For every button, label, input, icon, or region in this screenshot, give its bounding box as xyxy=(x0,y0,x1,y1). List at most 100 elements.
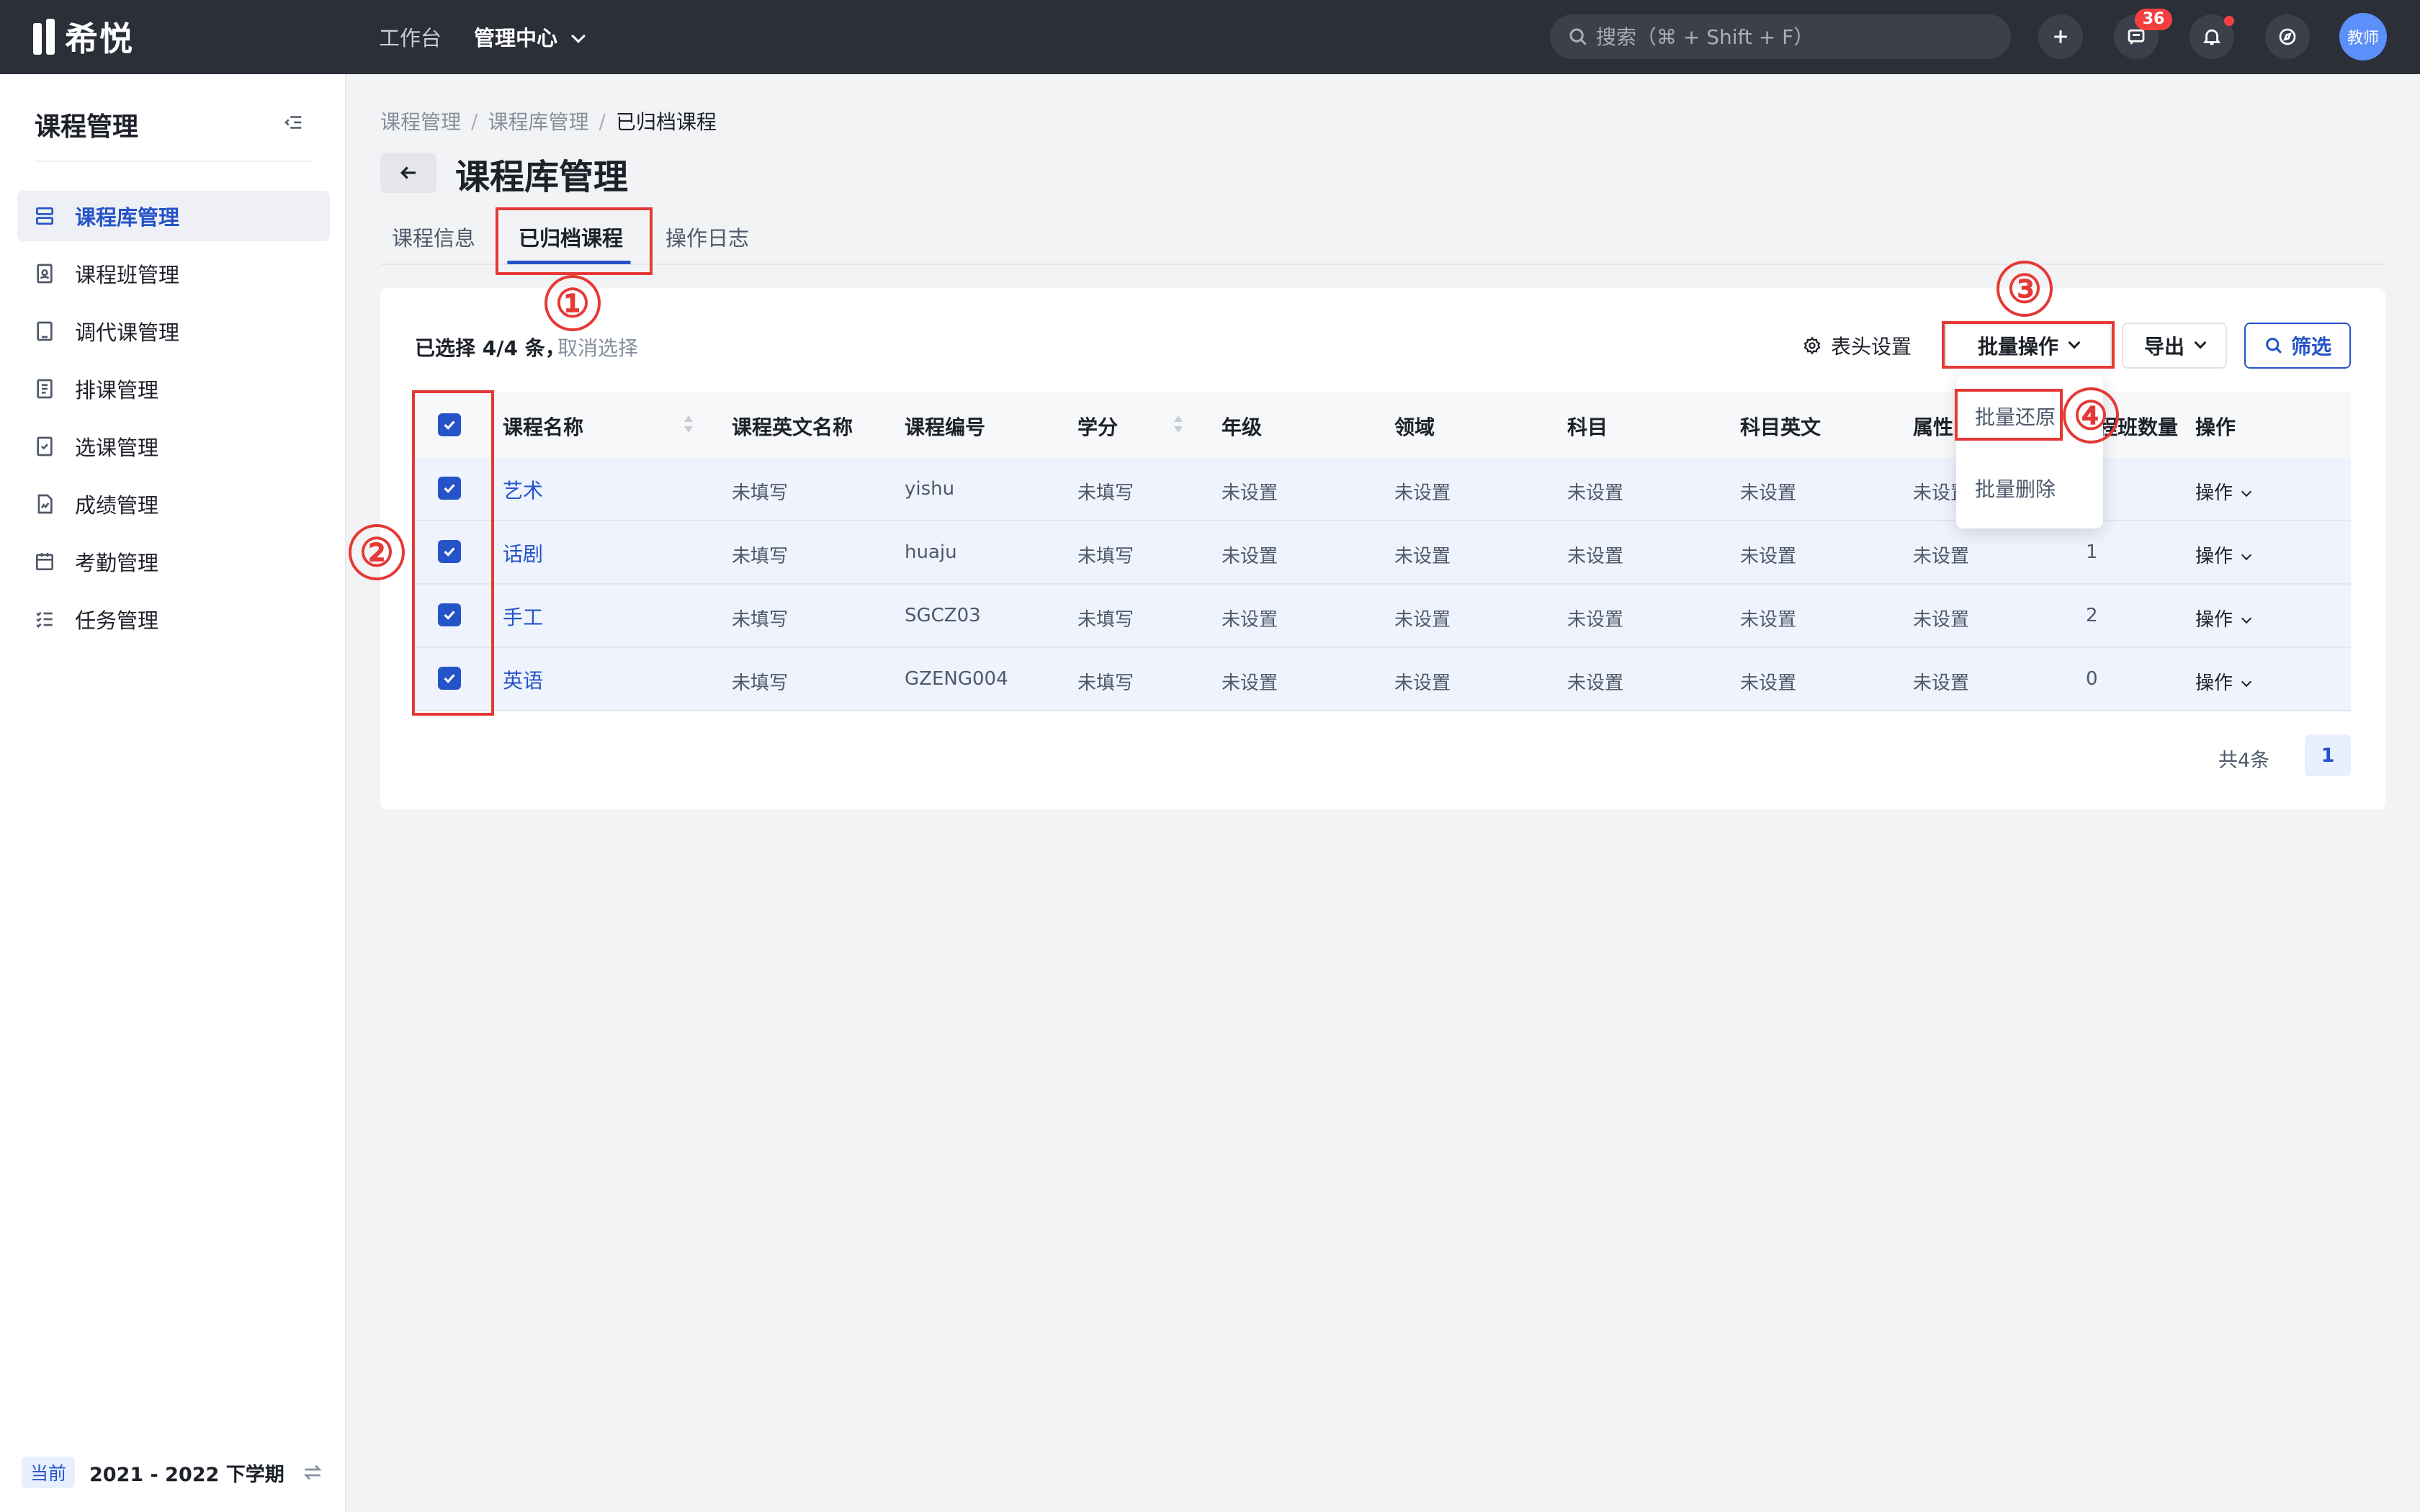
cell-attribute: 未设置 xyxy=(1913,609,1970,631)
row-operations-menu[interactable]: 操作 xyxy=(2195,668,2252,695)
sidebar-divider xyxy=(35,161,311,162)
row-operations-menu[interactable]: 操作 xyxy=(2195,605,2252,631)
export-button[interactable]: 导出 xyxy=(2122,323,2227,369)
sidebar-item-course-selection[interactable]: 选课管理 xyxy=(17,421,330,472)
cell-subject-english: 未设置 xyxy=(1740,672,1797,694)
column-header-course-name[interactable]: 课程名称 xyxy=(503,412,583,441)
cell-course-code: yishu xyxy=(905,478,955,500)
page-1-button[interactable]: 1 xyxy=(2305,734,2351,776)
cell-subject: 未设置 xyxy=(1567,672,1624,694)
global-search[interactable] xyxy=(1550,14,2011,59)
sort-icon[interactable] xyxy=(683,413,694,435)
breadcrumb-separator: / xyxy=(471,109,478,133)
tab-operation-log[interactable]: 操作日志 xyxy=(666,222,749,252)
score-icon xyxy=(37,494,53,514)
cell-subject-english: 未设置 xyxy=(1740,609,1797,631)
selection-count: 已选择 4/4 条， xyxy=(415,336,565,360)
course-name-link[interactable]: 艺术 xyxy=(503,475,543,504)
chevron-down-icon xyxy=(2241,613,2252,624)
course-name-link[interactable]: 手工 xyxy=(503,602,543,631)
plus-icon xyxy=(2054,30,2067,43)
sidebar-item-course-library[interactable]: 课程库管理 xyxy=(17,191,330,241)
sidebar-item-label: 课程库管理 xyxy=(75,205,180,230)
collapse-menu-icon[interactable] xyxy=(282,112,304,133)
cell-class-count: 0 xyxy=(2086,668,2098,690)
cancel-selection-link[interactable]: 取消选择 xyxy=(557,333,638,361)
search-icon xyxy=(1569,28,1587,45)
compass-icon xyxy=(2279,28,2296,45)
nav-workbench[interactable]: 工作台 xyxy=(379,22,442,52)
schedule-icon xyxy=(37,379,53,399)
user-avatar[interactable]: 教师 xyxy=(2339,13,2387,60)
term-switcher[interactable]: 当前 2021 - 2022 下学期 xyxy=(22,1451,324,1494)
sidebar-item-scheduling[interactable]: 排课管理 xyxy=(17,364,330,414)
app-logo[interactable]: 希悦 xyxy=(33,16,134,58)
row-operations-menu[interactable]: 操作 xyxy=(2195,541,2252,568)
breadcrumb-course-management[interactable]: 课程管理 xyxy=(380,107,461,135)
back-button[interactable] xyxy=(380,153,436,193)
filter-button[interactable]: 筛选 xyxy=(2244,323,2351,369)
sidebar-item-attendance[interactable]: 考勤管理 xyxy=(17,536,330,587)
sidebar-item-course-class[interactable]: 课程班管理 xyxy=(17,248,330,299)
add-button[interactable] xyxy=(2038,14,2083,59)
annotation-number-1: ① xyxy=(544,275,601,331)
database-icon xyxy=(36,207,53,225)
chevron-down-icon xyxy=(2241,676,2252,688)
sidebar-title: 课程管理 xyxy=(35,112,139,142)
column-header-course-code: 课程编号 xyxy=(905,415,986,439)
sort-icon[interactable] xyxy=(1173,413,1184,435)
breadcrumb: 课程管理 / 课程库管理 / 已归档课程 xyxy=(380,107,717,135)
export-label: 导出 xyxy=(2143,335,2184,359)
tab-bar: 课程信息 已归档课程 操作日志 xyxy=(380,213,2385,265)
operations-label: 操作 xyxy=(2195,546,2233,567)
cell-subject: 未设置 xyxy=(1567,546,1624,567)
sidebar-item-label: 成绩管理 xyxy=(75,493,159,518)
swap-icon[interactable] xyxy=(301,1461,324,1484)
cell-english-name: 未填写 xyxy=(732,609,789,631)
annotation-number-4: ④ xyxy=(2063,387,2119,444)
sidebar-item-label: 考勤管理 xyxy=(75,551,159,575)
cell-english-name: 未填写 xyxy=(732,546,789,567)
batch-delete-option[interactable]: 批量删除 xyxy=(1975,474,2056,503)
cell-field: 未设置 xyxy=(1394,482,1451,504)
cell-field: 未设置 xyxy=(1394,672,1451,694)
sidebar-item-grades[interactable]: 成绩管理 xyxy=(17,479,330,529)
breadcrumb-course-library[interactable]: 课程库管理 xyxy=(488,107,588,135)
table-row[interactable] xyxy=(413,648,2351,711)
apps-button[interactable] xyxy=(2265,14,2310,59)
cell-credit: 未填写 xyxy=(1077,482,1134,504)
chevron-down-icon xyxy=(2241,549,2252,561)
substitute-icon xyxy=(37,321,53,341)
course-name-link[interactable]: 话剧 xyxy=(503,539,543,567)
cell-subject-english: 未设置 xyxy=(1740,482,1797,504)
table-row[interactable] xyxy=(413,585,2351,648)
annotation-number-3: ③ xyxy=(1996,261,2053,317)
search-input[interactable] xyxy=(1596,24,1999,49)
search-icon xyxy=(2266,338,2282,354)
sidebar-item-label: 选课管理 xyxy=(75,436,159,460)
cell-course-code: SGCZ03 xyxy=(905,605,981,626)
header-settings-button[interactable]: 表头设置 xyxy=(1802,331,1912,360)
nav-admin-center[interactable]: 管理中心 xyxy=(474,22,586,52)
column-header-grade: 年级 xyxy=(1222,415,1263,439)
operations-label: 操作 xyxy=(2195,672,2233,694)
cell-course-code: GZENG004 xyxy=(905,668,1008,690)
cell-field: 未设置 xyxy=(1394,609,1451,631)
cell-field: 未设置 xyxy=(1394,546,1451,567)
chevron-down-icon xyxy=(2241,486,2252,498)
sidebar-item-label: 任务管理 xyxy=(75,608,159,633)
row-operations-menu[interactable]: 操作 xyxy=(2195,478,2252,505)
sidebar-item-tasks[interactable]: 任务管理 xyxy=(17,594,330,644)
sidebar-item-substitute[interactable]: 调代课管理 xyxy=(17,306,330,356)
table-row[interactable] xyxy=(413,521,2351,585)
course-name-link[interactable]: 英语 xyxy=(503,665,543,694)
cell-credit: 未填写 xyxy=(1077,546,1134,567)
annotation-box-restore xyxy=(1955,389,2063,441)
cell-course-code: huaju xyxy=(905,541,957,563)
tab-course-info[interactable]: 课程信息 xyxy=(392,222,475,252)
column-header-credit[interactable]: 学分 xyxy=(1077,412,1118,441)
sidebar-item-label: 排课管理 xyxy=(75,378,159,402)
cell-english-name: 未填写 xyxy=(732,672,789,694)
breadcrumb-separator: / xyxy=(599,109,606,133)
sidebar: 课程管理 课程库管理 课程班管理 调代课管理 排课管理 选课管理 成绩管理 考勤… xyxy=(0,74,346,1512)
